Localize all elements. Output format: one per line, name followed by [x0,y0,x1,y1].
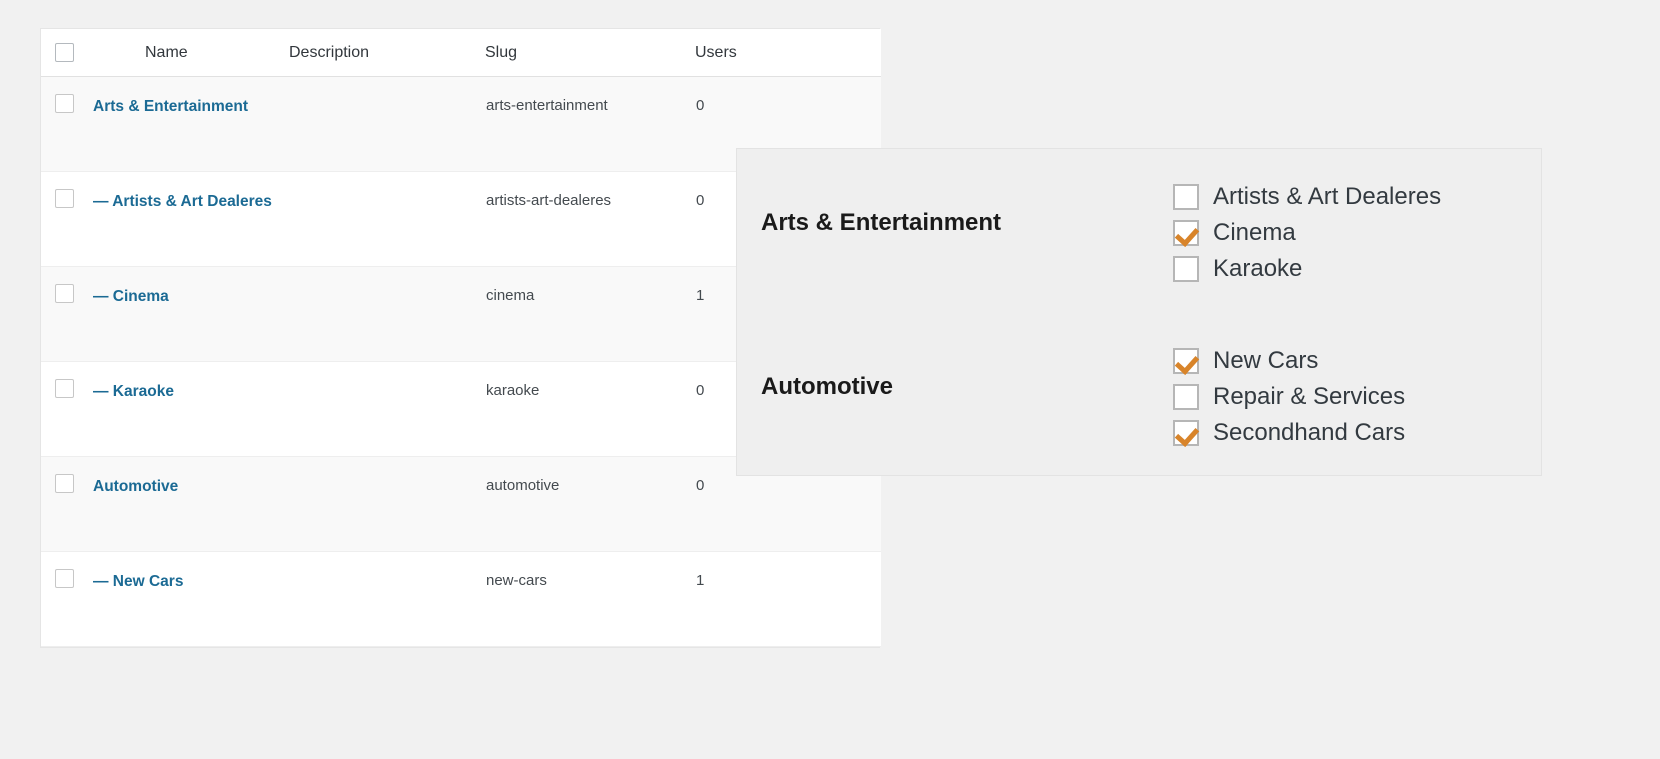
term-name-link[interactable]: Automotive [93,478,178,495]
row-checkbox[interactable] [55,379,74,398]
table-header: Name Description Slug Users [41,29,881,77]
row-select-cell [41,172,93,267]
table-header-row: Name Description Slug Users [41,29,881,77]
row-description-cell [289,77,485,172]
row-description-cell [289,552,485,647]
row-select-cell [41,77,93,172]
row-select-cell [41,457,93,552]
row-checkbox[interactable] [55,189,74,208]
table-row: — New Cars new-cars 1 [41,551,881,647]
row-select-cell [41,267,93,362]
column-header-name[interactable]: Name [93,29,289,77]
row-slug-cell: karaoke [486,382,540,399]
term-name-link[interactable]: — New Cars [93,573,183,590]
option-karaoke[interactable]: Karaoke [1173,251,1441,287]
column-header-slug[interactable]: Slug [485,29,695,77]
row-select-cell [41,552,93,647]
category-group-options: Artists & Art Dealeres Cinema Karaoke [1173,179,1441,287]
row-checkbox[interactable] [55,284,74,303]
row-name-cell: — New Cars [93,552,289,647]
row-checkbox[interactable] [55,474,74,493]
row-description-cell [289,362,485,457]
option-artists-art-dealeres[interactable]: Artists & Art Dealeres [1173,179,1441,215]
option-label: Artists & Art Dealeres [1213,183,1442,210]
category-group-title: Arts & Entertainment [761,209,1002,236]
row-slug-cell: automotive [486,477,560,494]
column-header-description[interactable]: Description [289,29,485,77]
row-users-cell: 1 [696,572,705,589]
option-label: Cinema [1213,219,1296,246]
category-group-options: New Cars Repair & Services Secondhand Ca… [1173,343,1405,451]
checkbox-unchecked-icon[interactable] [1173,384,1199,410]
option-label: Karaoke [1213,255,1303,282]
row-name-cell: Arts & Entertainment [93,77,289,172]
row-description-cell [289,172,485,267]
row-description-cell [289,267,485,362]
checkbox-unchecked-icon[interactable] [1173,256,1199,282]
option-new-cars[interactable]: New Cars [1173,343,1405,379]
column-header-users[interactable]: Users [695,29,881,77]
checkbox-unchecked-icon[interactable] [1173,184,1199,210]
checkbox-checked-icon[interactable] [1173,420,1199,446]
term-name-link[interactable]: — Karaoke [93,383,174,400]
option-label: New Cars [1213,347,1319,374]
option-label: Repair & Services [1213,383,1406,410]
term-name-link[interactable]: — Cinema [93,288,169,305]
screen: Name Description Slug Users Arts & Enter… [0,0,1660,759]
category-group-title: Automotive [761,373,893,400]
row-description-cell [289,457,485,552]
row-slug-cell: cinema [486,287,535,304]
category-selection-panel: Arts & Entertainment Artists & Art Deale… [736,148,1542,476]
row-name-cell: Automotive [93,457,289,552]
row-slug-cell: artists-art-dealeres [486,192,612,209]
checkbox-checked-icon[interactable] [1173,348,1199,374]
option-secondhand-cars[interactable]: Secondhand Cars [1173,415,1405,451]
row-name-cell: — Cinema [93,267,289,362]
checkbox-checked-icon[interactable] [1173,220,1199,246]
term-name-link[interactable]: — Artists & Art Dealeres [93,193,272,210]
row-checkbox[interactable] [55,94,74,113]
row-select-cell [41,362,93,457]
row-slug-cell: new-cars [486,572,547,589]
row-name-cell: — Karaoke [93,362,289,457]
row-slug-cell: arts-entertainment [486,97,608,114]
option-label: Secondhand Cars [1213,419,1406,446]
select-all-checkbox[interactable] [55,43,74,62]
row-checkbox[interactable] [55,569,74,588]
option-cinema[interactable]: Cinema [1173,215,1441,251]
option-repair-services[interactable]: Repair & Services [1173,379,1405,415]
select-all-header [41,29,93,77]
row-name-cell: — Artists & Art Dealeres [93,172,289,267]
term-name-link[interactable]: Arts & Entertainment [93,98,248,115]
